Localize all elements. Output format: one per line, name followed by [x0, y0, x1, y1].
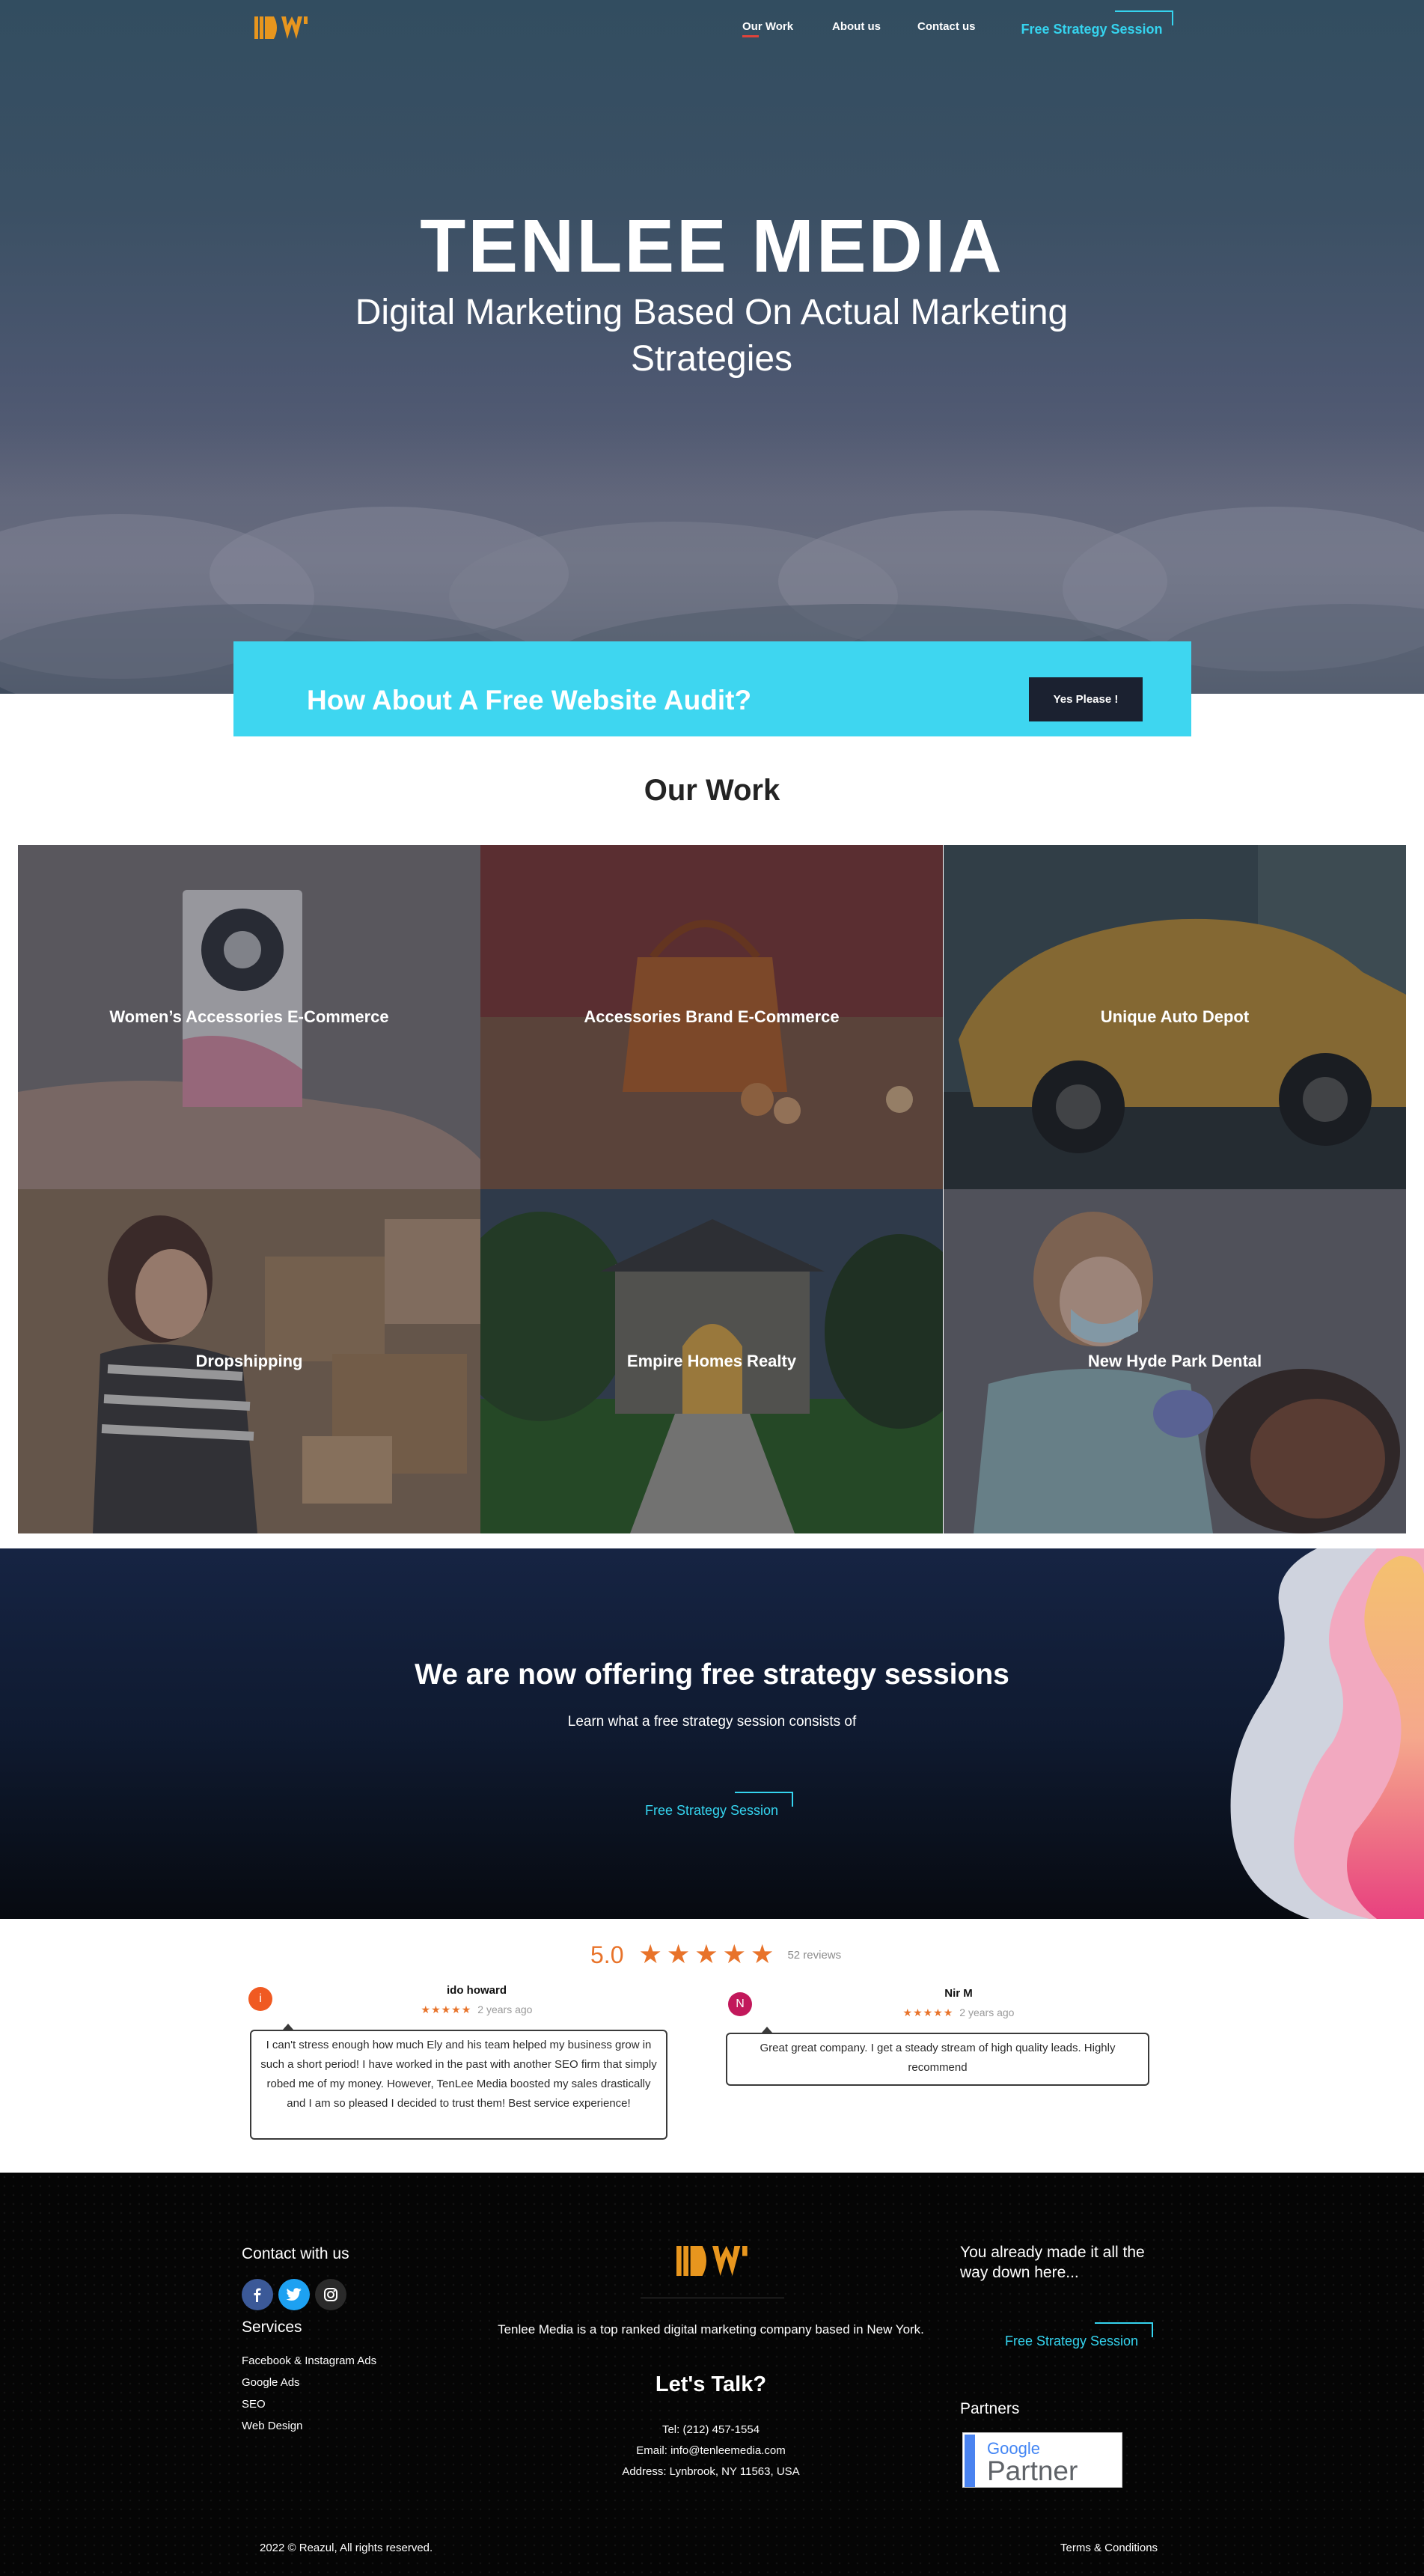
star-icon: ★: [694, 1940, 718, 1969]
hero-subtitle: Digital Marketing Based On Actual Market…: [355, 293, 1069, 379]
review-text: I can't stress enough how much Ely and h…: [250, 2030, 667, 2140]
footer-cta-heading: You already made it all the way down her…: [960, 2244, 1145, 2281]
work-tile-new-hyde-dental[interactable]: New Hyde Park Dental: [944, 1189, 1406, 1533]
copyright-text: 2022 © Reazul, All rights reserved.: [260, 2542, 433, 2554]
badge-stripe: [965, 2435, 975, 2487]
review-count[interactable]: 52 reviews: [787, 1949, 841, 1962]
hero-title: TENLEE MEDIA: [420, 204, 1004, 288]
audit-title: How About A Free Website Audit?: [307, 685, 752, 715]
nav-strategy-button[interactable]: Free Strategy Session: [1010, 10, 1173, 42]
tile-label: New Hyde Park Dental: [1087, 1352, 1262, 1370]
contact-heading: Contact with us: [242, 2245, 349, 2262]
footer-email[interactable]: Email: info@tenleemedia.com: [419, 2444, 1003, 2457]
tile-label: Unique Auto Depot: [1100, 1007, 1250, 1026]
decorative-waves: [1230, 1548, 1424, 1919]
tile-label: Dropshipping: [195, 1352, 303, 1370]
bracket-decoration: [1115, 10, 1173, 25]
nav-about-us[interactable]: About us: [832, 20, 881, 33]
partner-label: Partner: [987, 2456, 1078, 2486]
footer-logo-icon[interactable]: [676, 2244, 748, 2278]
footer-about: Tenlee Media is a top ranked digital mar…: [498, 2322, 924, 2337]
review-stars: ★★★★★: [902, 2006, 954, 2018]
logo-icon[interactable]: [254, 15, 308, 40]
review-date: 2 years ago: [959, 2006, 1015, 2018]
work-tile-accessories-brand[interactable]: Accessories Brand E-Commerce: [480, 845, 943, 1189]
strategy-subtitle: Learn what a free strategy session consi…: [567, 1714, 857, 1730]
review-stars: ★★★★★: [421, 2003, 472, 2015]
reviewer-name: ido howard: [447, 1984, 507, 1997]
review-date: 2 years ago: [477, 2003, 533, 2015]
hero-section: Our Work About us Contact us Free Strate…: [0, 0, 1424, 694]
strategy-session-button[interactable]: Free Strategy Session: [630, 1792, 793, 1823]
work-tile-dropshipping[interactable]: Dropshipping: [18, 1189, 480, 1533]
service-link[interactable]: Facebook & Instagram Ads: [242, 2354, 376, 2367]
work-tile-empire-homes[interactable]: Empire Homes Realty: [480, 1189, 943, 1533]
star-icon: ★: [751, 1940, 774, 1969]
review-meta: ★★★★★ 2 years ago: [884, 2006, 1033, 2019]
reviewer-avatar: N: [728, 1992, 752, 2016]
rating-score: 5.0: [590, 1941, 624, 1968]
tile-label: Women’s Accessories E-Commerce: [109, 1007, 389, 1026]
nav-our-work[interactable]: Our Work: [742, 20, 793, 37]
work-tile-auto-depot[interactable]: Unique Auto Depot: [944, 845, 1406, 1189]
bubble-pointer: [283, 2024, 293, 2030]
bracket-decoration: [735, 1792, 793, 1807]
twitter-icon[interactable]: [278, 2279, 310, 2310]
partners-heading: Partners: [960, 2400, 1020, 2417]
rating-summary: 5.0 ★ ★ ★ ★ ★ 52 reviews: [590, 1937, 841, 1973]
google-partner-badge[interactable]: Google Partner: [962, 2432, 1122, 2488]
audit-banner: How About A Free Website Audit? Yes Plea…: [233, 641, 1191, 736]
reviewer-avatar: i: [248, 1987, 272, 2011]
footer-address: Address: Lynbrook, NY 11563, USA: [622, 2465, 800, 2478]
star-icon: ★: [638, 1940, 662, 1969]
bracket-decoration: [1095, 2322, 1153, 2337]
review-text: Great great company. I get a steady stre…: [726, 2033, 1149, 2086]
facebook-icon[interactable]: [242, 2279, 273, 2310]
star-icon: ★: [666, 1940, 691, 1969]
top-nav: Our Work About us Contact us Free Strate…: [0, 0, 1424, 60]
tile-label: Accessories Brand E-Commerce: [584, 1007, 840, 1026]
work-tile-womens-accessories[interactable]: Women’s Accessories E-Commerce: [18, 845, 480, 1189]
reviewer-name: Nir M: [944, 1987, 973, 2000]
instagram-icon[interactable]: [315, 2279, 346, 2310]
lets-talk-heading: Let's Talk?: [655, 2372, 767, 2396]
service-link[interactable]: SEO: [242, 2398, 266, 2411]
services-heading: Services: [242, 2319, 302, 2336]
strategy-banner: We are now offering free strategy sessio…: [0, 1548, 1424, 1919]
bubble-pointer: [762, 2027, 772, 2033]
review-meta: ★★★★★ 2 years ago: [402, 2003, 551, 2016]
nav-contact-us[interactable]: Contact us: [917, 20, 976, 33]
star-icon: ★: [722, 1940, 747, 1969]
service-link[interactable]: Google Ads: [242, 2376, 300, 2389]
footer-strategy-button[interactable]: Free Strategy Session: [990, 2322, 1153, 2354]
service-link[interactable]: Web Design: [242, 2420, 302, 2432]
terms-link[interactable]: Terms & Conditions: [1060, 2542, 1158, 2554]
strategy-title: We are now offering free strategy sessio…: [415, 1658, 1009, 1691]
audit-yes-button[interactable]: Yes Please !: [1029, 677, 1143, 721]
footer-phone[interactable]: Tel: (212) 457-1554: [419, 2423, 1003, 2436]
our-work-title: Our Work: [644, 774, 780, 807]
tile-label: Empire Homes Realty: [626, 1352, 797, 1370]
